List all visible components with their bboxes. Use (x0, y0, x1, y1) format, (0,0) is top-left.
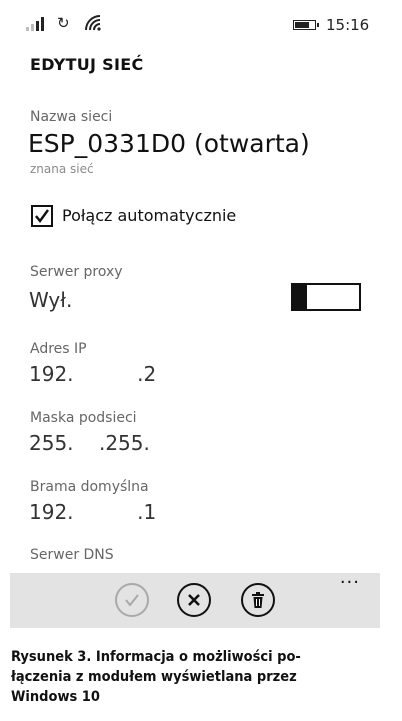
trash-icon (252, 592, 264, 608)
save-button[interactable] (115, 583, 149, 617)
caption-line-3: Windows 10 (11, 689, 100, 705)
check-circle-icon (125, 594, 139, 607)
page-title: EDYTUJ SIEĆ (30, 55, 144, 74)
status-bar: ↻ 15:16 (0, 0, 402, 48)
app-bar: ... (10, 567, 380, 628)
dns-label: Serwer DNS (30, 547, 114, 563)
caption-line-1: Rysunek 3. Informacja o możliwości po- (11, 649, 301, 665)
gateway-label: Brama domyślna (30, 479, 149, 495)
checkmark-icon (35, 209, 49, 223)
close-circle-icon (188, 594, 200, 606)
proxy-value: Wył. (29, 288, 73, 312)
battery-icon (293, 20, 319, 30)
more-button[interactable]: ... (340, 567, 360, 588)
clock: 15:16 (326, 16, 370, 34)
subnet-mask-value: 255. .255. (29, 431, 150, 455)
gateway-value: 192. .1 (29, 500, 157, 524)
auto-connect-checkbox[interactable] (31, 205, 53, 227)
auto-connect-label[interactable]: Połącz automatycznie (62, 206, 236, 225)
proxy-label: Serwer proxy (30, 264, 123, 280)
wifi-icon (85, 15, 101, 31)
ip-address-label: Adres IP (30, 341, 87, 357)
network-name: ESP_0331D0 (otwarta) (28, 129, 310, 158)
network-name-label: Nazwa sieci (30, 109, 113, 125)
subnet-mask-label: Maska podsieci (30, 410, 137, 426)
sync-icon: ↻ (57, 14, 70, 32)
delete-button[interactable] (241, 583, 275, 617)
figure-caption: Rysunek 3. Informacja o możliwości po- ł… (11, 647, 381, 707)
cancel-button[interactable] (177, 583, 211, 617)
signal-icon (26, 17, 48, 31)
proxy-toggle[interactable] (291, 283, 361, 311)
network-status: znana sieć (30, 162, 94, 176)
ip-address-value: 192. .2 (29, 362, 157, 386)
caption-line-2: łączenia z modułem wyświetlana przez (11, 669, 297, 685)
